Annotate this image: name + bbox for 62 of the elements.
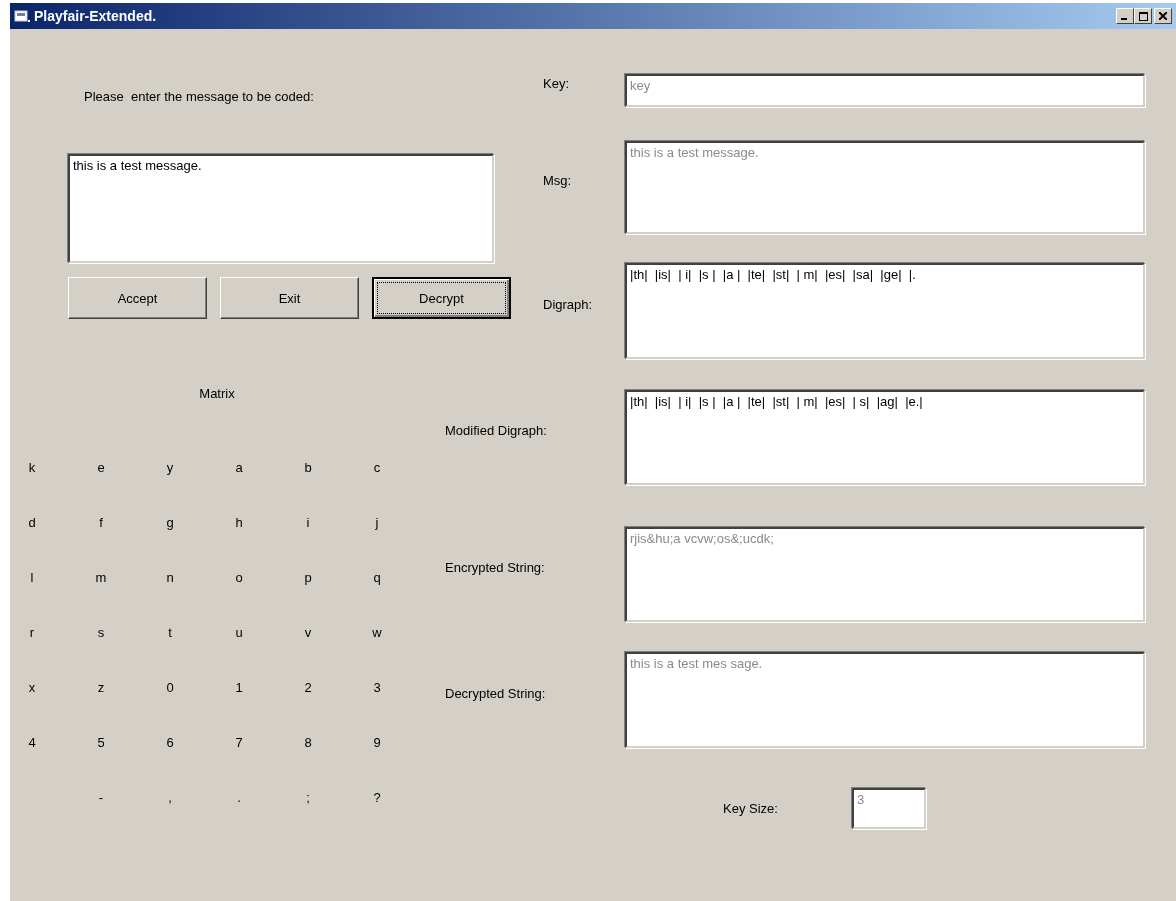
field-label: Msg: — [542, 173, 573, 190]
matrix-cell: 6 — [166, 735, 174, 750]
matrix-cell: 5 — [97, 735, 105, 750]
matrix-cell: 1 — [235, 680, 243, 695]
matrix-cell: 9 — [373, 735, 381, 750]
text-field[interactable]: |th| |is| | i| |s | |a | |te| |st| | m| |es| | s| |ag| |e.| — [625, 390, 1145, 485]
matrix-cell: i — [306, 515, 310, 530]
maximize-button[interactable] — [1134, 8, 1152, 24]
maximize-icon — [1138, 11, 1148, 21]
matrix-cell: ; — [306, 790, 310, 805]
matrix-cell: 3 — [373, 680, 381, 695]
matrix-cell: y — [166, 460, 174, 475]
matrix-cell: t — [168, 625, 172, 640]
matrix-cell: v — [304, 625, 312, 640]
matrix-cell: ? — [373, 790, 381, 805]
matrix-cell: a — [235, 460, 243, 475]
action-button[interactable]: Accept — [68, 277, 207, 319]
matrix-cell: r — [29, 625, 35, 640]
field-label: Encrypted String: — [445, 560, 546, 577]
prompt-label: Please enter the message to be coded: — [84, 89, 314, 105]
matrix-cell: 7 — [235, 735, 243, 750]
matrix-cell: p — [304, 570, 312, 585]
matrix-cell: b — [304, 460, 312, 475]
matrix-cell: 8 — [304, 735, 312, 750]
action-button[interactable]: Exit — [220, 277, 359, 319]
close-icon — [1159, 12, 1167, 20]
window-icon — [14, 9, 30, 23]
matrix-cell: z — [97, 680, 105, 695]
matrix-cell: d — [28, 515, 36, 530]
matrix-cell: j — [375, 515, 379, 530]
field-label: Decrypted String: — [445, 685, 547, 703]
matrix-cell: m — [95, 570, 107, 585]
matrix-cell: s — [97, 625, 105, 640]
matrix-cell: n — [166, 570, 174, 585]
matrix-cell: f — [99, 515, 103, 530]
matrix-cell: 4 — [28, 735, 36, 750]
action-button[interactable]: Decrypt — [372, 277, 511, 319]
message-input[interactable]: this is a test message. — [68, 154, 494, 263]
matrix-cell: h — [235, 515, 243, 530]
matrix-cell: 0 — [166, 680, 174, 695]
matrix-cell: - — [98, 790, 104, 805]
matrix-cell: 2 — [304, 680, 312, 695]
matrix-cell: . — [237, 790, 241, 805]
matrix-cell: w — [372, 625, 382, 640]
matrix-cell: q — [373, 570, 381, 585]
field-label: Key Size: — [723, 801, 779, 816]
matrix-cell: g — [166, 515, 174, 530]
window-title: Playfair-Extended. — [34, 8, 158, 24]
text-field[interactable]: |th| |is| | i| |s | |a | |te| |st| | m| |es| |sa| |ge| |. — [625, 263, 1145, 359]
matrix-cell: , — [168, 790, 172, 805]
matrix-cell: u — [235, 625, 243, 640]
field-label: Modified Digraph: — [445, 423, 548, 440]
matrix-cell: l — [30, 570, 34, 585]
matrix-cell: e — [97, 460, 105, 475]
matrix-cell: o — [235, 570, 243, 585]
matrix-title: Matrix — [199, 386, 235, 401]
field-label: Key: — [542, 76, 570, 93]
matrix-cell: k — [28, 460, 36, 475]
matrix-cell: c — [373, 460, 381, 475]
matrix-cell: x — [28, 680, 36, 695]
close-button[interactable] — [1154, 8, 1172, 24]
minimize-button[interactable] — [1116, 8, 1134, 24]
